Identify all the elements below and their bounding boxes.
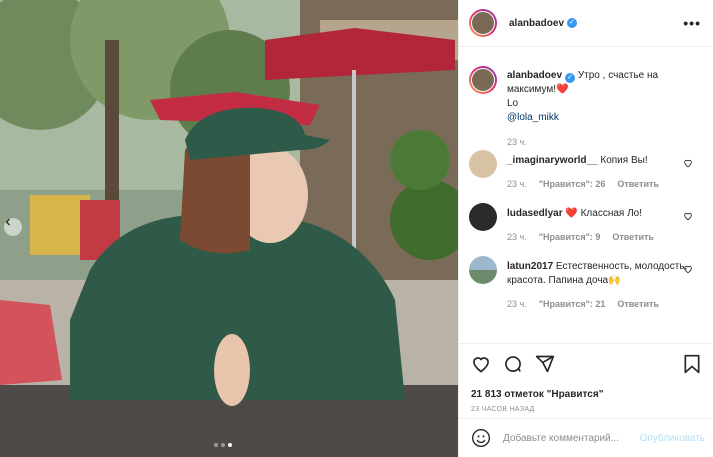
comment-row: latun2017 Естественность, молодость, кра… <box>459 256 713 326</box>
publish-button[interactable]: Опубликовать <box>640 433 705 444</box>
comment-time[interactable]: 23 ч. <box>507 177 527 191</box>
comment-time[interactable]: 23 ч. <box>507 297 527 311</box>
carousel-dot <box>221 443 225 447</box>
comment-likes[interactable]: "Нравится": 26 <box>539 177 606 191</box>
comment-row: ludasedlyar ❤️ Классная Ло! 23 ч. "Нрави… <box>459 203 713 256</box>
avatar[interactable] <box>469 150 497 178</box>
reply-button[interactable]: Ответить <box>617 297 659 311</box>
avatar[interactable] <box>469 256 497 284</box>
likes-count[interactable]: 21 813 отметок "Нравится" <box>471 389 701 400</box>
comment-likes[interactable]: "Нравится": 21 <box>539 297 606 311</box>
carousel-prev-button[interactable] <box>4 218 22 236</box>
reply-button[interactable]: Ответить <box>612 230 654 244</box>
caption-time[interactable]: 23 ч. <box>507 135 527 149</box>
comment-likes[interactable]: "Нравится": 9 <box>539 230 601 244</box>
header-username[interactable]: alanbadoev <box>509 18 564 29</box>
more-options-icon[interactable]: ••• <box>683 15 701 31</box>
verified-badge-icon: ✓ <box>567 18 578 28</box>
post-actions: 21 813 отметок "Нравится" 23 ЧАСОВ НАЗАД <box>459 343 713 413</box>
share-icon[interactable] <box>535 354 555 374</box>
carousel-dots <box>214 443 232 447</box>
comment-input[interactable] <box>503 432 633 444</box>
post-side-panel: alanbadoev ✓ ••• alanbadoev ✓ Утро , счас… <box>458 0 713 457</box>
save-icon[interactable] <box>683 354 701 374</box>
post-header: alanbadoev ✓ ••• <box>459 0 713 47</box>
caption-mention-link[interactable]: @lola_mikk <box>507 112 559 123</box>
caption-line2: Lo <box>507 98 519 109</box>
comment-icon[interactable] <box>503 354 523 374</box>
chevron-left-icon <box>5 218 10 226</box>
reply-button[interactable]: Ответить <box>617 177 659 191</box>
heart-icon[interactable] <box>471 354 491 374</box>
carousel-dot <box>214 443 218 447</box>
comment-emoji: 🙌 <box>608 275 621 286</box>
comment-composer: Опубликовать <box>459 418 713 457</box>
caption-emoji: ❤️ <box>556 84 569 95</box>
caption: alanbadoev ✓ Утро , счастье на максимум!❤… <box>459 62 713 150</box>
verified-badge-icon: ✓ <box>565 73 576 83</box>
comment-username[interactable]: ludasedlyar <box>507 208 563 219</box>
post-photo[interactable] <box>0 0 458 457</box>
comment-username[interactable]: _imaginaryworld__ <box>507 155 598 166</box>
comment-like-heart-icon[interactable] <box>683 158 693 168</box>
comment-emoji: ❤️ <box>565 208 578 219</box>
comment-like-heart-icon[interactable] <box>683 264 693 274</box>
comment-row: _imaginaryworld__ Копия Вы! 23 ч. "Нрави… <box>459 150 713 203</box>
avatar[interactable] <box>469 66 497 94</box>
caption-username[interactable]: alanbadoev <box>507 70 562 81</box>
avatar[interactable] <box>469 9 497 37</box>
comment-text: Копия Вы! <box>600 155 648 166</box>
avatar[interactable] <box>469 203 497 231</box>
comment-text: Классная Ло! <box>580 208 643 219</box>
comments-list: alanbadoev ✓ Утро , счастье на максимум!❤… <box>459 62 713 326</box>
comment-time[interactable]: 23 ч. <box>507 230 527 244</box>
photo-illustration <box>0 0 458 457</box>
carousel-dot-active <box>228 443 232 447</box>
comment-username[interactable]: latun2017 <box>507 261 553 272</box>
post-timestamp[interactable]: 23 ЧАСОВ НАЗАД <box>471 406 701 413</box>
comment-like-heart-icon[interactable] <box>683 211 693 221</box>
emoji-icon[interactable] <box>471 428 491 448</box>
